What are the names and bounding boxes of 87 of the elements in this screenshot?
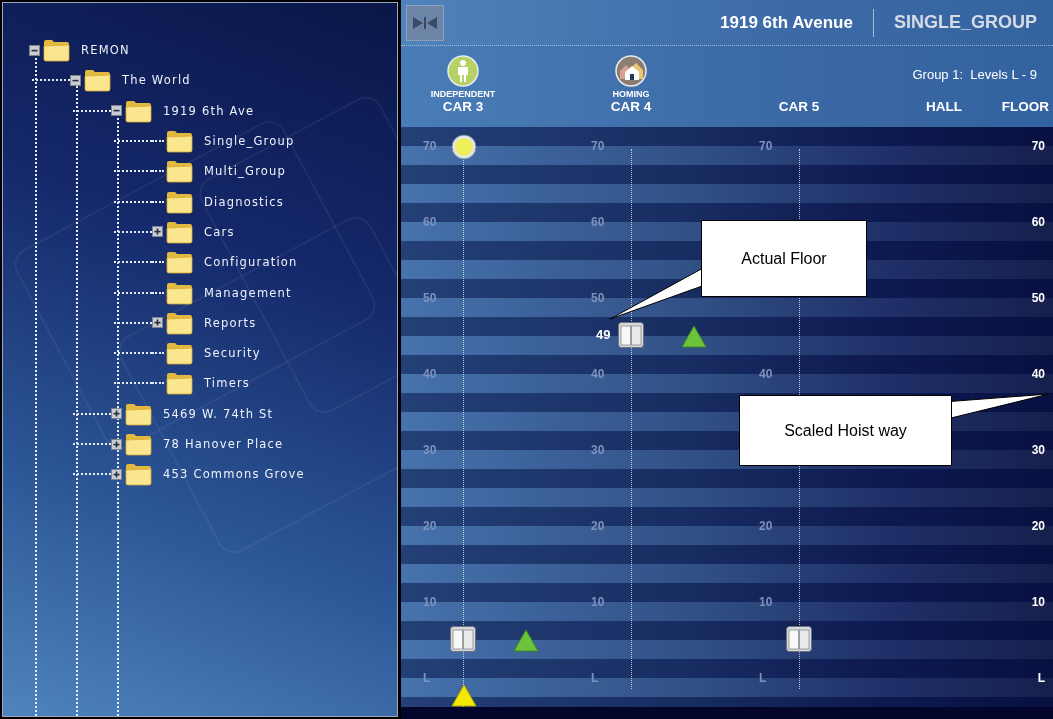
expand-toggle[interactable] <box>111 438 122 450</box>
expand-toggle[interactable] <box>111 468 122 480</box>
callout-box: Actual Floor <box>701 220 867 297</box>
folder-icon <box>166 219 193 244</box>
tree-item[interactable]: Multi_Group <box>204 164 287 179</box>
building-title: 1919 6th Avenue <box>720 12 853 33</box>
lane-floor-label: 10 <box>423 595 437 609</box>
folder-icon <box>84 68 111 93</box>
tree-item[interactable]: Configuration <box>204 255 298 270</box>
lane-floor-label: 60 <box>591 215 605 229</box>
tree-item[interactable]: Single_Group <box>204 134 295 149</box>
folder-icon <box>166 371 193 396</box>
folder-icon <box>166 129 193 154</box>
lane-floor-label: 20 <box>423 519 437 533</box>
floor-number: 30 <box>1031 443 1046 457</box>
car-label: CAR 4 <box>610 99 652 114</box>
folder-icon <box>43 38 70 63</box>
lane-floor-label: 10 <box>591 595 605 609</box>
column-header: FLOOR <box>1001 99 1050 116</box>
car-floor-number: 49 <box>596 327 611 342</box>
expand-toggle[interactable] <box>111 408 122 420</box>
up-arrow-icon <box>513 629 539 652</box>
lane-floor-label: 30 <box>591 443 605 457</box>
tree-item[interactable]: 78 Hanover Place <box>163 437 284 451</box>
collapse-panel-button[interactable] <box>406 4 444 41</box>
column-header: HALL <box>926 99 962 116</box>
tree-item[interactable]: 1919 6th Ave <box>163 103 255 118</box>
tree-item[interactable]: Cars <box>204 224 235 239</box>
floor-number: L <box>1037 671 1046 685</box>
house-mode-icon <box>615 55 647 87</box>
floor-number: 40 <box>1031 367 1046 381</box>
lane-floor-label: 70 <box>423 139 437 153</box>
collapse-toggle[interactable] <box>111 105 122 117</box>
lane-floor-label: 50 <box>591 291 605 305</box>
folder-icon <box>166 189 193 214</box>
folder-icon <box>125 462 152 487</box>
person-mode-icon <box>447 55 479 87</box>
lane-floor-label: L <box>759 671 767 685</box>
expand-toggle[interactable] <box>152 317 163 329</box>
car-mode-label: HOMING <box>612 89 650 99</box>
lane-floor-label: 30 <box>423 443 437 457</box>
floor-number: 70 <box>1031 139 1046 153</box>
tree-item[interactable]: Timers <box>204 376 251 391</box>
car-label: CAR 3 <box>442 99 484 114</box>
lane-floor-label: 70 <box>759 139 773 153</box>
lane-floor-label: 70 <box>591 139 605 153</box>
lane-floor-label: 60 <box>423 215 437 229</box>
tree-item[interactable]: 5469 W. 74th St <box>163 406 274 421</box>
folder-icon <box>125 98 152 123</box>
group-info: Group 1: Levels L - 9 <box>912 67 1037 82</box>
collapse-toggle[interactable] <box>29 44 40 56</box>
folder-icon <box>166 159 193 184</box>
folder-icon <box>125 401 152 426</box>
lane-floor-label: 40 <box>591 367 605 381</box>
tree-item[interactable]: Management <box>204 285 292 300</box>
folder-icon <box>166 310 193 335</box>
lane-floor-label: 20 <box>591 519 605 533</box>
lane-floor-label: L <box>423 671 431 685</box>
car-mode-label: INDEPENDENT <box>430 89 496 99</box>
car-call-dot-icon <box>451 134 477 160</box>
callout-box: Scaled Hoist way <box>739 395 952 466</box>
tree-item[interactable]: REMON <box>81 43 130 58</box>
tree-item[interactable]: The World <box>122 73 191 88</box>
collapse-arrows-icon <box>412 15 438 30</box>
floor-number: 10 <box>1031 595 1046 609</box>
lane-floor-label: 20 <box>759 519 773 533</box>
lane-floor-label: 10 <box>759 595 773 609</box>
tree-item[interactable]: Diagnostics <box>204 194 284 209</box>
up-arrow-icon <box>681 325 707 348</box>
tree-item[interactable]: 453 Commons Grove <box>163 467 305 482</box>
lane-floor-label: L <box>591 671 599 685</box>
car-label: CAR 5 <box>778 99 820 114</box>
folder-icon <box>166 250 193 275</box>
floor-number: 60 <box>1031 215 1046 229</box>
tree-item[interactable]: Security <box>204 346 261 361</box>
tree-item[interactable]: Reports <box>204 315 257 330</box>
floor-number: 50 <box>1031 291 1046 305</box>
folder-icon <box>125 432 152 456</box>
collapse-toggle[interactable] <box>70 74 81 86</box>
floor-number: 20 <box>1031 519 1046 533</box>
lane-floor-label: 40 <box>423 367 437 381</box>
folder-icon <box>166 341 193 366</box>
group-title: SINGLE_GROUP <box>893 12 1037 33</box>
lane-floor-label: 50 <box>423 291 437 305</box>
expand-toggle[interactable] <box>152 226 163 238</box>
lane-floor-label: 40 <box>759 367 773 381</box>
folder-icon <box>166 280 193 305</box>
